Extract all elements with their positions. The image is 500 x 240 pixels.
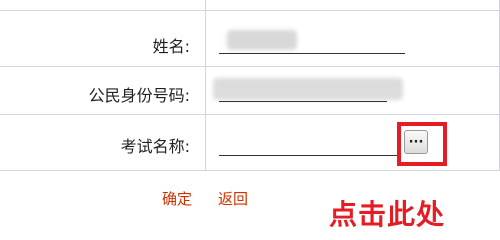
back-link[interactable]: 返回 <box>218 188 248 209</box>
table-border-top <box>0 10 500 11</box>
redacted-value <box>213 78 403 100</box>
highlight-box <box>397 122 447 166</box>
column-divider <box>205 0 206 171</box>
name-input-underline <box>219 53 405 54</box>
exam-name-input-underline <box>219 155 399 156</box>
id-number-label: 公民身份号码: <box>88 86 190 105</box>
redacted-value <box>227 30 297 50</box>
id-number-input-underline <box>219 101 387 102</box>
exam-name-input[interactable] <box>219 134 399 156</box>
row-divider <box>0 170 500 171</box>
row-divider <box>0 114 500 115</box>
exam-name-label: 考试名称: <box>120 137 190 156</box>
name-label: 姓名: <box>152 37 190 56</box>
name-input[interactable] <box>219 30 405 54</box>
click-here-callout: 点击此处 <box>329 198 446 231</box>
confirm-link[interactable]: 确定 <box>162 188 192 209</box>
row-divider <box>0 66 500 67</box>
exam-query-form: 姓名: 公民身份号码: 考试名称: ··· 确定 返回 点击此处 <box>0 0 500 235</box>
id-number-input[interactable] <box>213 78 403 102</box>
